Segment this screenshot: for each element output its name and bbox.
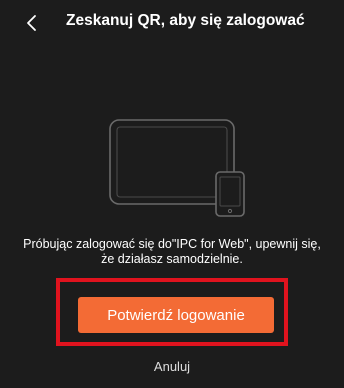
confirm-login-button[interactable]: Potwierdź logowanie xyxy=(78,297,274,333)
login-confirm-screen: Zeskanuj QR, aby się zalogować Próbując … xyxy=(0,0,344,388)
back-button[interactable] xyxy=(22,12,44,34)
message-line-1: Próbując zalogować się do"IPC for Web", … xyxy=(23,237,321,251)
chevron-left-icon xyxy=(27,15,36,31)
tablet-and-phone-icon xyxy=(109,119,245,217)
header-bar: Zeskanuj QR, aby się zalogować xyxy=(0,0,344,48)
cancel-button[interactable]: Anuluj xyxy=(132,357,212,377)
message-line-2: że działasz samodzielnie. xyxy=(101,252,243,266)
page-title: Zeskanuj QR, aby się zalogować xyxy=(66,12,305,29)
security-message: Próbując zalogować się do"IPC for Web", … xyxy=(10,237,334,267)
